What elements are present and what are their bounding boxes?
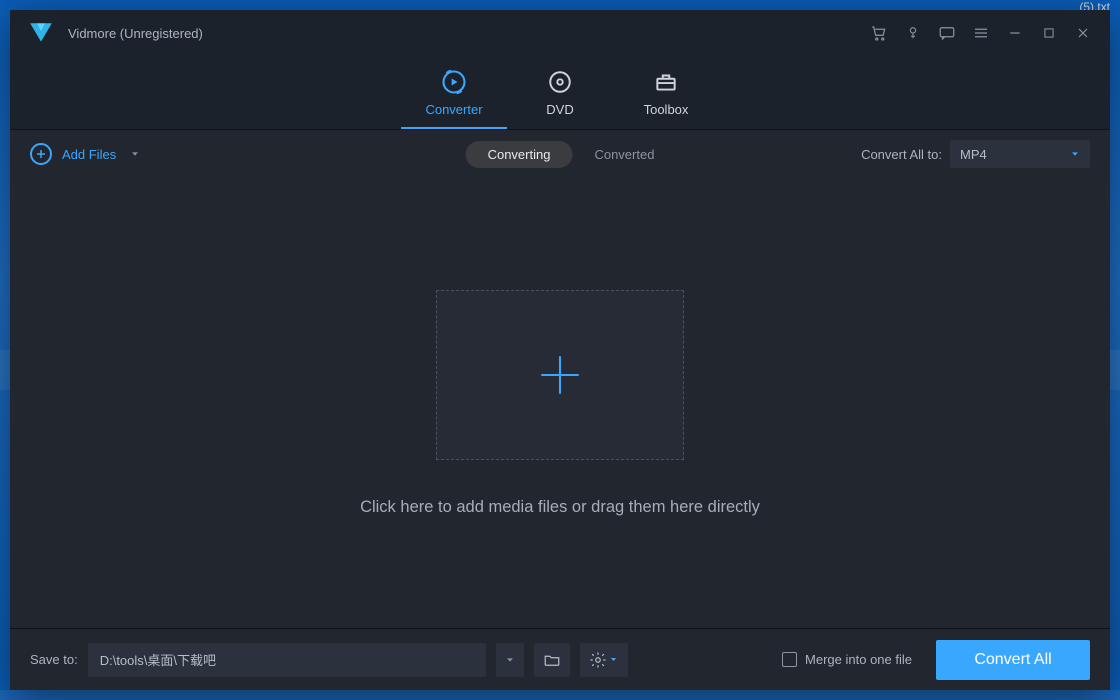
maximize-icon[interactable] <box>1032 16 1066 50</box>
cart-icon[interactable] <box>862 16 896 50</box>
tab-converter[interactable]: Converter <box>401 68 507 129</box>
footer: Save to: D:\tools\桌面\下载吧 Merge into one … <box>10 628 1110 690</box>
queue-tab-converting[interactable]: Converting <box>466 141 573 168</box>
dropzone-hint: Click here to add media files or drag th… <box>360 498 760 517</box>
chevron-down-icon <box>1070 149 1080 159</box>
checkbox-icon <box>782 652 797 667</box>
app-logo-icon <box>28 20 54 46</box>
main-navbar: Converter DVD Toolbox <box>10 56 1110 130</box>
settings-button[interactable] <box>580 643 628 677</box>
feedback-icon[interactable] <box>930 16 964 50</box>
dvd-icon <box>546 68 574 96</box>
converter-icon <box>440 68 468 96</box>
save-path-dropdown[interactable] <box>496 643 524 677</box>
plus-icon <box>535 350 585 400</box>
titlebar: Vidmore (Unregistered) <box>10 10 1110 56</box>
merge-label: Merge into one file <box>805 652 912 667</box>
save-to-label: Save to: <box>30 652 78 667</box>
chevron-down-icon <box>609 655 618 664</box>
format-select[interactable]: MP4 <box>950 140 1090 168</box>
chevron-down-icon[interactable] <box>130 147 140 162</box>
add-files-button[interactable]: Add Files <box>30 143 140 165</box>
key-icon[interactable] <box>896 16 930 50</box>
plus-circle-icon <box>30 143 52 165</box>
app-title: Vidmore (Unregistered) <box>68 26 203 41</box>
tab-label: Toolbox <box>644 102 689 117</box>
gear-icon <box>589 651 607 669</box>
save-path-field[interactable]: D:\tools\桌面\下载吧 <box>88 643 486 677</box>
open-folder-button[interactable] <box>534 643 570 677</box>
tab-label: Converter <box>425 102 482 117</box>
tab-dvd[interactable]: DVD <box>507 68 613 129</box>
queue-tab-converted[interactable]: Converted <box>594 147 654 162</box>
close-icon[interactable] <box>1066 16 1100 50</box>
menu-icon[interactable] <box>964 16 998 50</box>
chevron-down-icon <box>505 655 515 665</box>
folder-icon <box>543 651 561 669</box>
format-value: MP4 <box>960 147 987 162</box>
queue-tabs: Converting Converted <box>466 141 655 168</box>
convert-all-to-label: Convert All to: <box>861 147 942 162</box>
add-files-label: Add Files <box>62 147 116 162</box>
content-area: Click here to add media files or drag th… <box>10 178 1110 628</box>
subbar: Add Files Converting Converted Convert A… <box>10 130 1110 178</box>
save-path-value: D:\tools\桌面\下载吧 <box>100 650 216 669</box>
minimize-icon[interactable] <box>998 16 1032 50</box>
dropzone[interactable] <box>436 290 684 460</box>
tab-label: DVD <box>546 102 573 117</box>
convert-all-button[interactable]: Convert All <box>936 640 1090 680</box>
merge-checkbox[interactable]: Merge into one file <box>782 652 912 667</box>
toolbox-icon <box>652 68 680 96</box>
tab-toolbox[interactable]: Toolbox <box>613 68 719 129</box>
app-window: Vidmore (Unregistered) <box>10 10 1110 690</box>
